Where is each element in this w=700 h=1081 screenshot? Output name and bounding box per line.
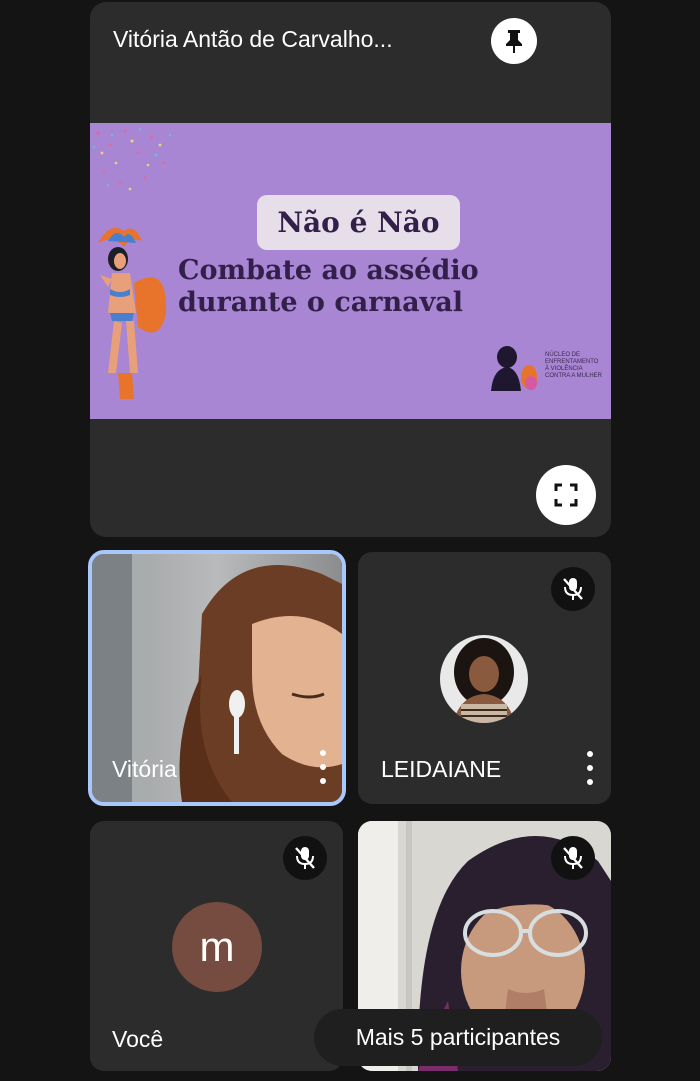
org-line-4: CONTRA A MULHER xyxy=(545,373,603,379)
more-participants-button[interactable]: Mais 5 participantes xyxy=(314,1009,602,1066)
participant-name: Vitória xyxy=(112,756,177,782)
participant-tile-vitoria[interactable]: Vitória xyxy=(88,550,346,806)
fullscreen-icon xyxy=(554,483,578,507)
participant-name: Você xyxy=(112,1026,164,1052)
slide-headline: Combate ao assédio durante o carnaval xyxy=(178,255,538,319)
slide-headline-line2: durante o carnaval xyxy=(178,287,464,318)
presentation-tile[interactable]: Vitória Antão de Carvalho... Não é Não C… xyxy=(90,2,611,537)
slide-headline-line1: Combate ao assédio xyxy=(178,255,479,286)
slide-badge: Não é Não xyxy=(257,195,460,250)
presenter-name: Vitória Antão de Carvalho... xyxy=(113,26,393,52)
shared-slide: Não é Não Combate ao assédio durante o c… xyxy=(90,123,611,419)
pin-button[interactable] xyxy=(491,18,537,64)
more-options-icon[interactable] xyxy=(318,750,328,784)
participant-tile-leidaiane[interactable]: LEIDAIANE xyxy=(358,552,611,804)
org-line-1: NÚCLEO DE xyxy=(545,352,581,358)
more-options-icon[interactable] xyxy=(585,751,595,785)
org-logo-icon xyxy=(491,346,537,391)
slide-org-text: NÚCLEO DE ENFRENTAMENTO À VIOLÊNCIA CONT… xyxy=(545,352,611,380)
avatar: m xyxy=(172,902,262,992)
mic-off-icon xyxy=(551,836,595,880)
carnival-dancer-illustration xyxy=(98,227,167,399)
org-line-3: À VIOLÊNCIA xyxy=(545,366,583,372)
mic-off-icon xyxy=(283,836,327,880)
participant-tile-self[interactable]: m Você xyxy=(90,821,343,1071)
participant-name: LEIDAIANE xyxy=(381,756,502,782)
mic-off-icon xyxy=(551,567,595,611)
confetti-decoration xyxy=(92,127,172,191)
fullscreen-button[interactable] xyxy=(536,465,596,525)
pin-icon xyxy=(506,30,522,53)
org-line-2: ENFRENTAMENTO xyxy=(545,359,599,365)
participant-avatar-photo xyxy=(440,635,528,723)
